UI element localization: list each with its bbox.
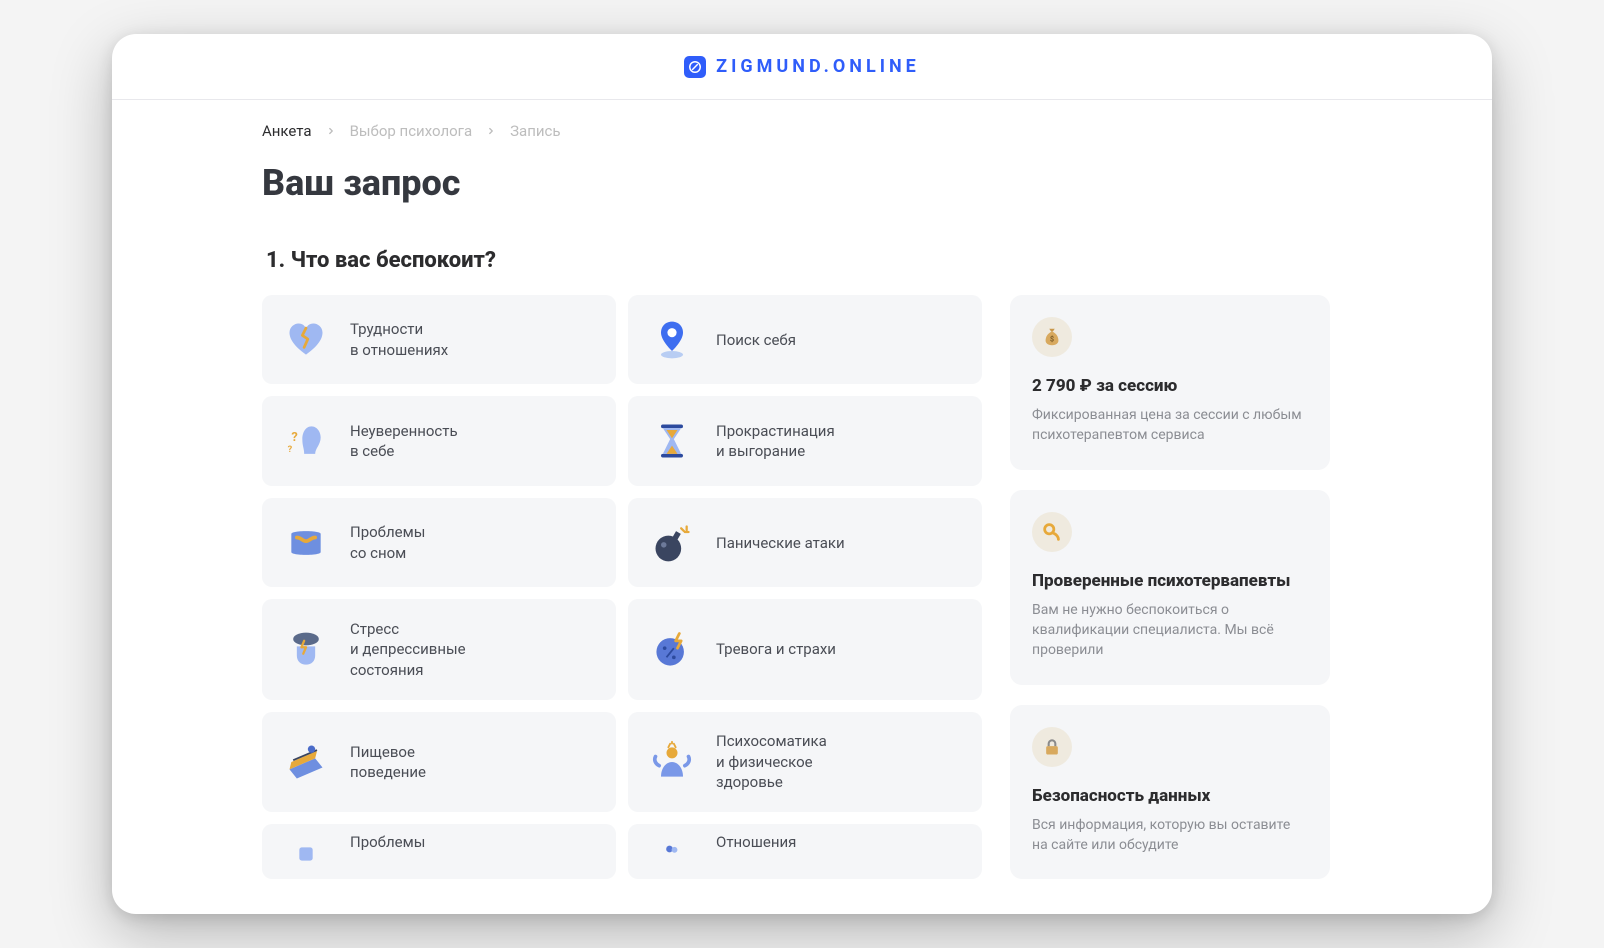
info-text: Вам не нужно беспокоиться о квалификации… — [1032, 600, 1308, 661]
info-text: Фиксированная цена за сессии с любым пси… — [1032, 405, 1308, 446]
logo-mark-icon — [684, 56, 706, 78]
info-card-security: Безопасность данных Вся информация, кото… — [1010, 705, 1330, 880]
money-bag-icon: $ — [1032, 317, 1072, 357]
topbar: ZIGMUND.ONLINE — [112, 34, 1492, 100]
option-label: Психосоматикаи физическоездоровье — [716, 731, 827, 792]
breadcrumb: Анкета Выбор психолога Запись — [262, 122, 1342, 140]
lock-icon — [1032, 727, 1072, 767]
balloons-icon — [650, 832, 694, 876]
cake-icon — [284, 740, 328, 784]
svg-text:?: ? — [288, 445, 293, 455]
ok-hand-icon — [1032, 512, 1072, 552]
main-layout: Трудностив отношениях Поиск себя ?? Неув… — [262, 295, 1342, 879]
breadcrumb-step-choose[interactable]: Выбор психолога — [350, 122, 473, 140]
generic-icon — [284, 832, 328, 876]
svg-text:?: ? — [291, 430, 297, 445]
option-label: Панические атаки — [716, 533, 845, 553]
map-pin-icon — [650, 318, 694, 362]
option-problems-cut[interactable]: Проблемы — [262, 824, 616, 879]
option-self-doubt[interactable]: ?? Неуверенностьв себе — [262, 396, 616, 485]
chevron-right-icon — [486, 122, 496, 140]
breadcrumb-step-book[interactable]: Запись — [510, 122, 560, 140]
option-panic-attacks[interactable]: Панические атаки — [628, 498, 982, 587]
option-stress-depression[interactable]: Стресси депрессивныесостояния — [262, 599, 616, 699]
option-relationships-cut[interactable]: Отношения — [628, 824, 982, 879]
hourglass-icon — [650, 419, 694, 463]
broken-heart-icon — [284, 318, 328, 362]
option-label: Поиск себя — [716, 330, 796, 350]
question-title: 1. Что вас беспокоит? — [266, 248, 1342, 273]
storm-head-icon — [284, 628, 328, 672]
content: Анкета Выбор психолога Запись Ваш запрос… — [112, 100, 1492, 914]
doubt-icon: ?? — [284, 419, 328, 463]
option-label: Отношения — [716, 832, 796, 852]
info-card-price: $ 2 790 ₽ за сессию Фиксированная цена з… — [1010, 295, 1330, 470]
sidebar: $ 2 790 ₽ за сессию Фиксированная цена з… — [1010, 295, 1330, 879]
option-relationship-troubles[interactable]: Трудностив отношениях — [262, 295, 616, 384]
option-label: Неуверенностьв себе — [350, 421, 458, 462]
bomb-icon — [650, 521, 694, 565]
planet-lightning-icon — [650, 628, 694, 672]
option-label: Стресси депрессивныесостояния — [350, 619, 466, 680]
info-text: Вся информация, которую вы оставите на с… — [1032, 815, 1308, 856]
option-find-yourself[interactable]: Поиск себя — [628, 295, 982, 384]
option-anxiety-fears[interactable]: Тревога и страхи — [628, 599, 982, 699]
option-label: Проблемысо сном — [350, 522, 425, 563]
pillow-icon — [284, 521, 328, 565]
option-procrastination[interactable]: Прокрастинацияи выгорание — [628, 396, 982, 485]
info-card-verified: Проверенные психотервапевты Вам не нужно… — [1010, 490, 1330, 685]
app-window: ZIGMUND.ONLINE Анкета Выбор психолога За… — [112, 34, 1492, 914]
option-label: Пищевоеповедение — [350, 742, 426, 783]
option-label: Трудностив отношениях — [350, 319, 448, 360]
body-health-icon — [650, 740, 694, 784]
option-label: Проблемы — [350, 832, 425, 852]
options-grid: Трудностив отношениях Поиск себя ?? Неув… — [262, 295, 982, 879]
svg-text:$: $ — [1050, 335, 1054, 344]
option-label: Прокрастинацияи выгорание — [716, 421, 835, 462]
info-title: 2 790 ₽ за сессию — [1032, 375, 1308, 397]
option-label: Тревога и страхи — [716, 639, 836, 659]
info-title: Безопасность данных — [1032, 785, 1308, 807]
option-sleep[interactable]: Проблемысо сном — [262, 498, 616, 587]
option-eating-behavior[interactable]: Пищевоеповедение — [262, 712, 616, 812]
chevron-right-icon — [326, 122, 336, 140]
page-title: Ваш запрос — [262, 162, 1342, 204]
breadcrumb-step-anketa[interactable]: Анкета — [262, 122, 312, 140]
info-title: Проверенные психотервапевты — [1032, 570, 1308, 592]
container: Анкета Выбор психолога Запись Ваш запрос… — [262, 122, 1342, 879]
option-psychosomatics[interactable]: Психосоматикаи физическоездоровье — [628, 712, 982, 812]
brand-name: ZIGMUND.ONLINE — [716, 56, 920, 77]
